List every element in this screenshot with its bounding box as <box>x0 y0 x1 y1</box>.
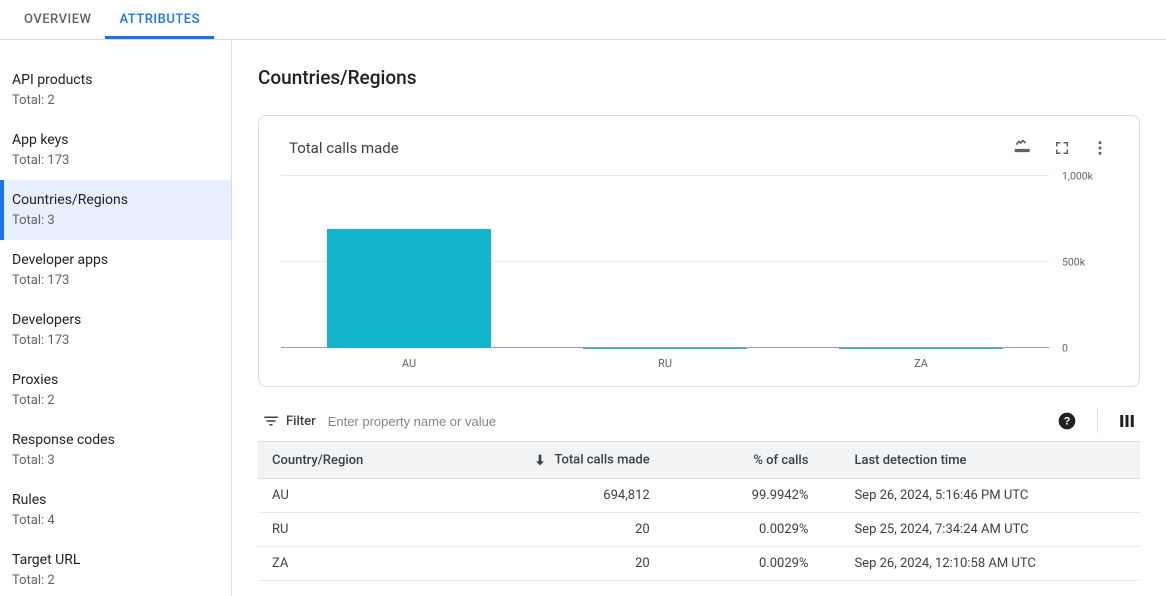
sidebar-item[interactable]: Response codes Total: 3 <box>0 420 231 480</box>
filter-text: Filter <box>286 414 316 429</box>
cell-last: Sep 26, 2024, 12:10:58 AM UTC <box>822 547 1140 581</box>
cell-calls: 694,812 <box>505 479 664 513</box>
table-block: Filter ? Country/Region <box>258 401 1140 581</box>
chart-x-tick: RU <box>658 357 672 370</box>
columns-icon[interactable] <box>1118 412 1136 430</box>
sidebar-item-title: API products <box>12 70 219 90</box>
sidebar: API products Total: 2 App keys Total: 173 Co… <box>0 40 232 596</box>
chart-x-tick: AU <box>402 357 416 370</box>
sidebar-item-title: Proxies <box>12 370 219 390</box>
sidebar-item-total: Total: 2 <box>12 392 219 410</box>
sidebar-item[interactable]: API products Total: 2 <box>0 60 231 120</box>
sidebar-item-total: Total: 173 <box>12 272 219 290</box>
sidebar-item-title: Rules <box>12 490 219 510</box>
sidebar-item-total: Total: 2 <box>12 92 219 110</box>
page-title: Countries/Regions <box>258 66 1140 89</box>
cell-last: Sep 26, 2024, 5:16:46 PM UTC <box>822 479 1140 513</box>
sidebar-item-title: Countries/Regions <box>12 190 219 210</box>
col-calls[interactable]: Total calls made <box>505 442 664 479</box>
chart-bar[interactable] <box>839 348 1003 349</box>
bar-chart: AURUZA 0500k1,000k <box>281 176 1109 376</box>
sidebar-item-title: Developers <box>12 310 219 330</box>
cell-calls: 20 <box>505 547 664 581</box>
tab-bar: Overview Attributes <box>0 0 1166 40</box>
chart-y-tick: 500k <box>1054 256 1109 269</box>
sidebar-item-total: Total: 3 <box>12 452 219 470</box>
sidebar-item[interactable]: Rules Total: 4 <box>0 480 231 540</box>
data-table: Country/Region Total calls made % of cal… <box>258 441 1140 581</box>
cell-country: RU <box>258 513 505 547</box>
more-vert-icon[interactable] <box>1091 138 1109 158</box>
chart-x-tick: ZA <box>914 357 928 370</box>
chart-actions <box>1013 138 1109 158</box>
help-icon[interactable]: ? <box>1057 411 1077 431</box>
chart-y-tick: 1,000k <box>1054 170 1109 183</box>
table-row[interactable]: AU694,81299.9942%Sep 26, 2024, 5:16:46 P… <box>258 479 1140 513</box>
sidebar-item[interactable]: Countries/Regions Total: 3 <box>0 180 231 240</box>
cell-percent: 0.0029% <box>664 547 823 581</box>
sidebar-item-total: Total: 173 <box>12 152 219 170</box>
main-content: Countries/Regions Total calls made <box>232 40 1166 596</box>
chart-y-tick: 0 <box>1054 342 1109 355</box>
sidebar-item[interactable]: Developer apps Total: 173 <box>0 240 231 300</box>
sidebar-item-title: Developer apps <box>12 250 219 270</box>
bar-slot: AU <box>281 176 537 348</box>
sidebar-item-total: Total: 2 <box>12 572 219 590</box>
sidebar-item-total: Total: 173 <box>12 332 219 350</box>
tab-attributes[interactable]: Attributes <box>105 12 213 39</box>
filter-input[interactable] <box>326 413 1047 430</box>
sidebar-item[interactable]: Developers Total: 173 <box>0 300 231 360</box>
table-row[interactable]: ZA200.0029%Sep 26, 2024, 12:10:58 AM UTC <box>258 547 1140 581</box>
cell-percent: 0.0029% <box>664 513 823 547</box>
chart-card: Total calls made AURUZA 0500k1,000k <box>258 115 1140 387</box>
col-percent[interactable]: % of calls <box>664 442 823 479</box>
fullscreen-icon[interactable] <box>1053 138 1071 158</box>
col-country[interactable]: Country/Region <box>258 442 505 479</box>
sidebar-item-title: App keys <box>12 130 219 150</box>
sidebar-item[interactable]: Proxies Total: 2 <box>0 360 231 420</box>
cell-country: AU <box>258 479 505 513</box>
cell-percent: 99.9942% <box>664 479 823 513</box>
chart-title: Total calls made <box>289 139 399 157</box>
divider <box>1097 409 1098 433</box>
chart-bar[interactable] <box>327 229 491 349</box>
tab-overview[interactable]: Overview <box>10 12 105 39</box>
filter-row: Filter ? <box>258 401 1140 441</box>
sidebar-item[interactable]: Target URL Total: 2 <box>0 540 231 596</box>
legend-toggle-icon[interactable] <box>1013 138 1033 158</box>
chart-bar[interactable] <box>583 348 747 349</box>
sidebar-item-total: Total: 4 <box>12 512 219 530</box>
sidebar-item-title: Response codes <box>12 430 219 450</box>
bar-slot: ZA <box>793 176 1049 348</box>
table-row[interactable]: RU200.0029%Sep 25, 2024, 7:34:24 AM UTC <box>258 513 1140 547</box>
cell-country: ZA <box>258 547 505 581</box>
filter-label: Filter <box>262 412 316 430</box>
col-last[interactable]: Last detection time <box>822 442 1140 479</box>
sidebar-item[interactable]: App keys Total: 173 <box>0 120 231 180</box>
cell-last: Sep 25, 2024, 7:34:24 AM UTC <box>822 513 1140 547</box>
cell-calls: 20 <box>505 513 664 547</box>
bar-slot: RU <box>537 176 793 348</box>
filter-icon <box>262 412 280 430</box>
sidebar-item-title: Target URL <box>12 550 219 570</box>
svg-text:?: ? <box>1064 415 1071 427</box>
sidebar-item-total: Total: 3 <box>12 212 219 230</box>
sort-desc-icon <box>532 452 548 468</box>
